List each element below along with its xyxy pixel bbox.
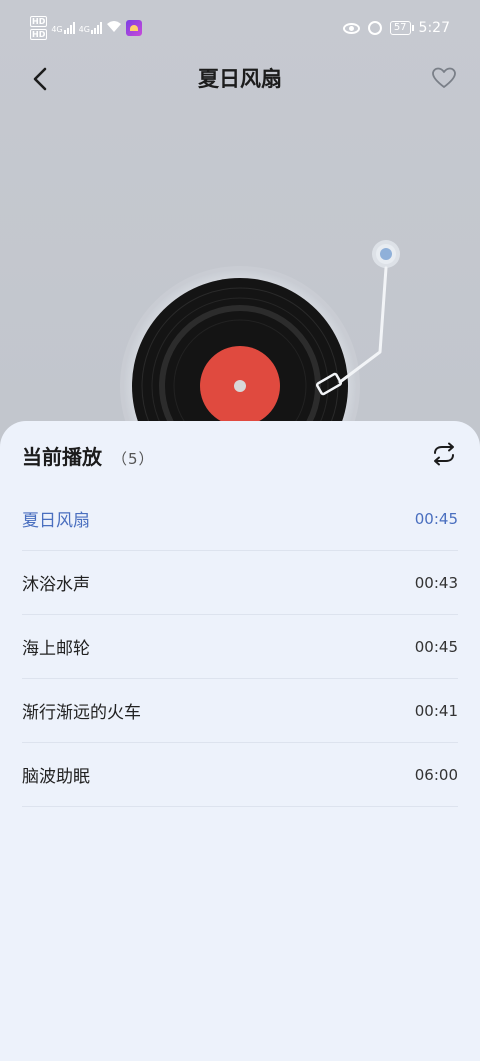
track-name: 夏日风扇 — [22, 511, 90, 531]
playlist-item[interactable]: 海上邮轮 00:45 — [22, 615, 458, 679]
page-title: 夏日风扇 — [198, 67, 282, 91]
track-duration: 00:41 — [414, 701, 458, 720]
track-name: 沐浴水声 — [22, 575, 90, 595]
tonearm — [300, 232, 410, 412]
track-duration: 06:00 — [414, 765, 458, 784]
wifi-icon — [106, 20, 122, 37]
hd-indicators: HD HD — [30, 16, 48, 40]
playlist-item[interactable]: 渐行渐远的火车 00:41 — [22, 679, 458, 743]
playlist-count: （5） — [112, 450, 155, 468]
app-notification-icon — [125, 20, 142, 36]
status-bar-right: 57 5:27 — [342, 20, 450, 36]
track-name: 渐行渐远的火车 — [22, 703, 141, 723]
track-name: 海上邮轮 — [22, 639, 90, 659]
alarm-icon — [367, 21, 382, 35]
loop-icon[interactable] — [430, 441, 458, 467]
playlist-sheet: 当前播放 （5） 夏日风扇 00:45 沐浴水声 00:43 海上邮轮 00:4… — [0, 421, 480, 1061]
hd-badge: HD — [30, 29, 48, 40]
battery-icon: 57 — [389, 21, 414, 35]
heart-icon[interactable] — [430, 64, 458, 92]
playlist-item[interactable]: 脑波助眠 06:00 — [22, 743, 458, 807]
eye-icon — [342, 22, 360, 34]
clock: 5:27 — [418, 20, 450, 36]
signal-bars — [90, 22, 102, 34]
signal-icon: 4G — [79, 22, 102, 34]
playlist-item[interactable]: 沐浴水声 00:43 — [22, 551, 458, 615]
status-bar: HD HD 4G 4G 57 5:27 — [0, 0, 480, 58]
track-duration: 00:45 — [414, 637, 458, 656]
signal-bars — [63, 22, 75, 34]
track-duration: 00:43 — [414, 573, 458, 592]
network-type: 4G — [78, 25, 90, 34]
playlist-title: 当前播放 — [22, 445, 102, 469]
playlist-header: 当前播放 （5） — [22, 441, 155, 470]
track-name: 脑波助眠 — [22, 767, 90, 787]
playlist: 夏日风扇 00:45 沐浴水声 00:43 海上邮轮 00:45 渐行渐远的火车… — [22, 487, 458, 807]
hd-badge: HD — [30, 16, 48, 27]
playlist-item[interactable]: 夏日风扇 00:45 — [22, 487, 458, 551]
network-type: 4G — [51, 25, 63, 34]
track-duration: 00:45 — [414, 509, 458, 528]
status-bar-left: HD HD 4G 4G — [30, 16, 142, 40]
signal-icon: 4G — [51, 22, 75, 34]
